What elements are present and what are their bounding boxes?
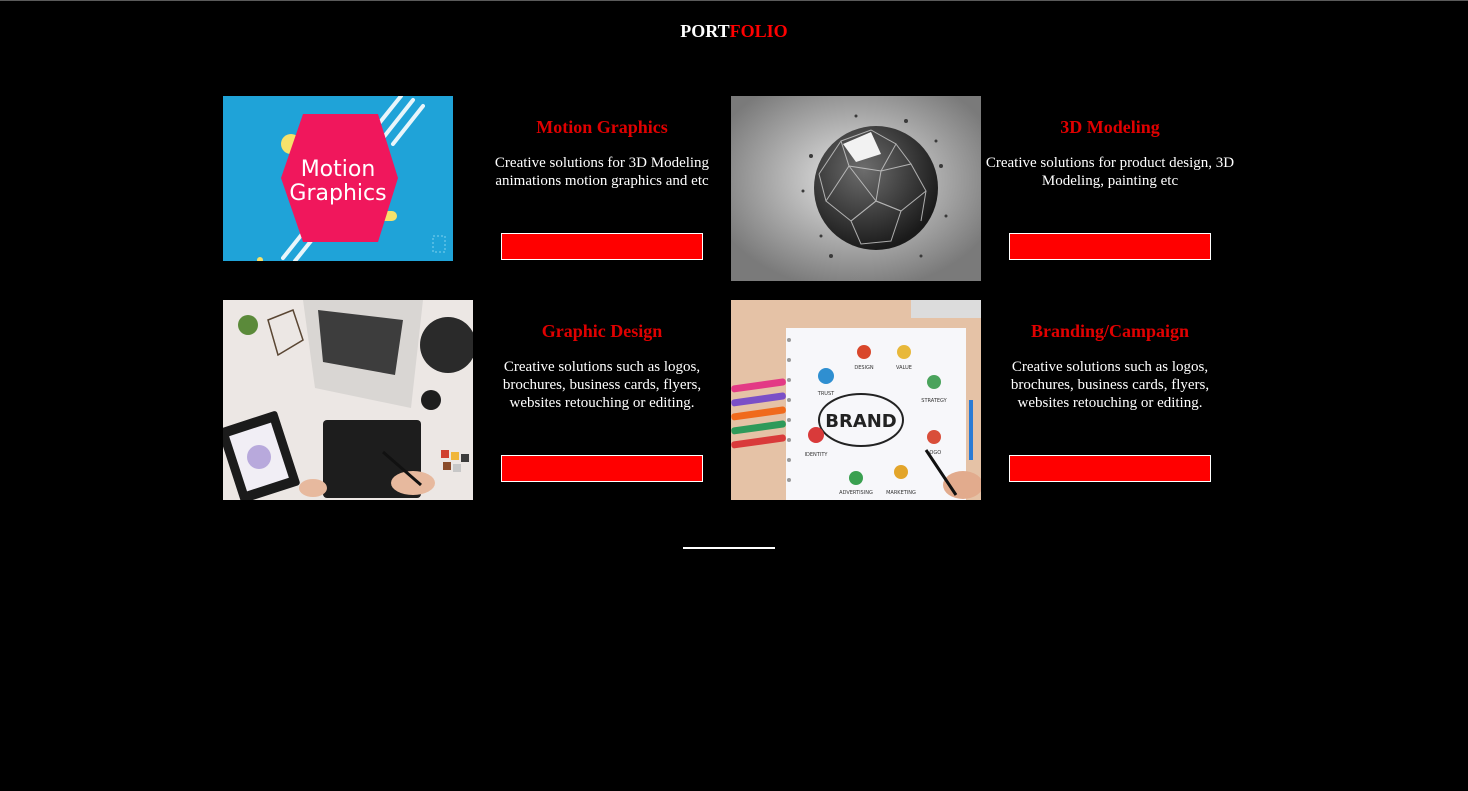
- brand-label-trust: TRUST: [817, 391, 835, 397]
- brand-label-strategy: STRATEGY: [921, 398, 947, 404]
- graphic-design-title: Graphic Design: [541, 321, 663, 341]
- motion-image-text-1: Motion: [301, 157, 376, 182]
- 3d-modeling-description: Creative solutions for product design, 3…: [985, 155, 1235, 189]
- 3d-modeling-info: 3D Modeling Creative solutions for produ…: [985, 116, 1235, 190]
- brand-label-identity: IDENTITY: [805, 452, 829, 458]
- brand-label-marketing: MARKETING: [886, 490, 916, 496]
- motion-graphics-button[interactable]: [501, 233, 703, 260]
- brand-label-advertising: ADVERTISING: [839, 490, 873, 496]
- graphic-design-button[interactable]: [501, 455, 703, 482]
- motion-graphics-image: Motion Graphics: [223, 96, 453, 261]
- page-title-part2: FOLIO: [729, 21, 788, 41]
- graphic-design-image: [223, 300, 473, 500]
- top-divider: [0, 0, 1468, 1]
- motion-graphics-title: Motion Graphics: [536, 117, 668, 137]
- 3d-modeling-image: [731, 96, 981, 281]
- brand-label-design: DESIGN: [854, 365, 874, 371]
- brand-label-value: VALUE: [896, 365, 912, 371]
- graphic-design-info: Graphic Design Creative solutions such a…: [477, 320, 727, 412]
- bottom-divider: [683, 547, 775, 549]
- brand-image-text: BRAND: [825, 411, 897, 432]
- branding-image: BRAND DESIGN VALUE TRUST STRATEGY IDENTI…: [731, 300, 981, 500]
- page-title: PORTFOLIO: [0, 20, 1468, 42]
- page-title-part1: PORT: [680, 21, 730, 41]
- branding-info: Branding/Campaign Creative solutions suc…: [985, 320, 1235, 412]
- branding-button[interactable]: [1009, 455, 1211, 482]
- branding-title: Branding/Campaign: [1030, 321, 1190, 341]
- motion-image-text-2: Graphics: [289, 181, 386, 206]
- motion-graphics-info: Motion Graphics Creative solutions for 3…: [477, 116, 727, 190]
- motion-graphics-description: Creative solutions for 3D Modeling anima…: [494, 155, 710, 189]
- branding-description: Creative solutions such as logos, brochu…: [1010, 359, 1210, 411]
- graphic-design-description: Creative solutions such as logos, brochu…: [502, 359, 702, 411]
- 3d-modeling-button[interactable]: [1009, 233, 1211, 260]
- 3d-modeling-title: 3D Modeling: [1060, 117, 1160, 137]
